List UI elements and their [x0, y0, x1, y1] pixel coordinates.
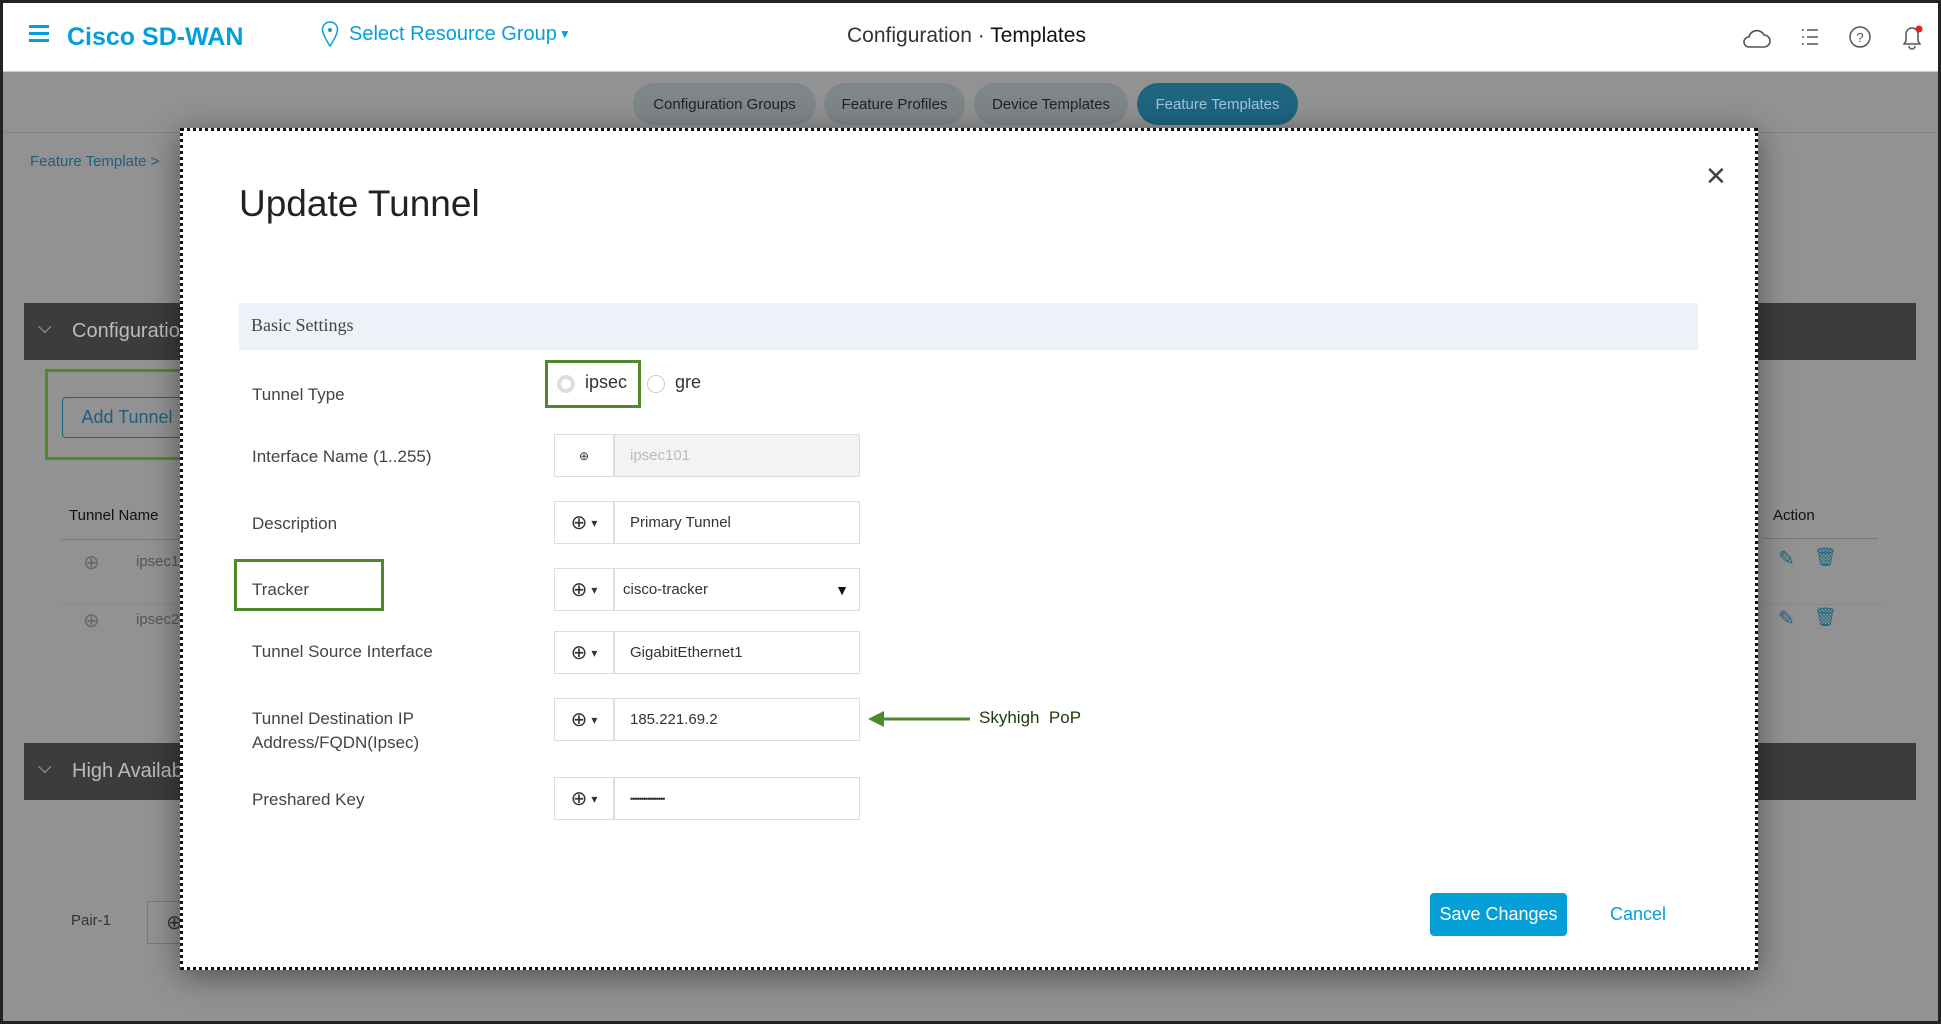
destination-label-line1: Tunnel Destination IP	[252, 709, 414, 728]
location-pin-icon	[321, 21, 339, 47]
tab-configuration-groups[interactable]: Configuration Groups	[633, 83, 816, 125]
arrow-left-icon	[868, 711, 970, 727]
scope-dropdown[interactable]: ⊕ ▾	[554, 777, 614, 820]
cancel-button[interactable]: Cancel	[1610, 904, 1666, 925]
caret-down-icon: ▼	[835, 582, 849, 598]
radio-gre-label[interactable]: gre	[675, 372, 701, 393]
app-window: Cisco SD-WAN Select Resource Group ▼ Conf…	[0, 0, 1941, 1024]
globe-icon: ⊕	[570, 788, 588, 810]
globe-icon: ⊕	[554, 434, 614, 477]
save-changes-button[interactable]: Save Changes	[1430, 893, 1567, 936]
chevron-down-icon: ⌵	[38, 317, 52, 337]
radio-ipsec[interactable]	[557, 375, 575, 393]
interface-name-label: Interface Name (1..255)	[252, 447, 432, 466]
globe-icon: ⊕	[83, 610, 100, 632]
scope-dropdown[interactable]: ⊕ ▾	[554, 698, 614, 741]
preshared-key-input[interactable]: ••••••••••••••••	[614, 777, 860, 820]
pair-label: Pair-1	[71, 912, 112, 929]
modal-title: Update Tunnel	[239, 183, 480, 224]
cloud-icon[interactable]	[1741, 25, 1771, 49]
tunnel-type-label: Tunnel Type	[252, 385, 345, 404]
destination-input[interactable]: 185.221.69.2	[614, 698, 860, 741]
tab-device-templates[interactable]: Device Templates	[974, 83, 1128, 125]
table-row-name: ipsec1	[136, 553, 180, 570]
description-label: Description	[252, 514, 338, 533]
caret-down-icon: ▼	[558, 27, 571, 41]
scope-dropdown[interactable]: ⊕ ▾	[554, 631, 614, 674]
source-interface-label: Tunnel Source Interface	[252, 642, 433, 661]
radio-gre[interactable]	[647, 375, 665, 393]
globe-icon: ⊕	[570, 709, 588, 731]
resource-group-selector[interactable]: Select Resource Group ▼	[321, 21, 571, 47]
interface-name-input: ipsec101	[614, 434, 860, 477]
globe-icon: ⊕	[83, 552, 100, 574]
top-header: Cisco SD-WAN Select Resource Group ▼ Conf…	[3, 3, 1938, 72]
chevron-down-icon: ⌵	[38, 757, 52, 777]
destination-label-line2: Address/FQDN(Ipsec)	[252, 733, 420, 752]
close-icon[interactable]: ✕	[1705, 161, 1727, 192]
list-icon[interactable]	[1800, 27, 1820, 47]
radio-ipsec-label[interactable]: ipsec	[585, 372, 627, 393]
add-tunnel-button[interactable]: Add Tunnel	[62, 397, 192, 438]
tracker-label: Tracker	[252, 580, 309, 599]
trash-icon[interactable]: 🗑	[1814, 547, 1837, 568]
globe-icon: ⊕	[570, 512, 588, 534]
tracker-select[interactable]: cisco-tracker ▼	[614, 568, 860, 611]
menu-icon[interactable]	[29, 25, 49, 42]
globe-icon: ⊕	[570, 579, 588, 601]
edit-icon[interactable]: ✎	[1778, 546, 1795, 571]
tab-feature-profiles[interactable]: Feature Profiles	[824, 83, 965, 125]
globe-icon: ⊕	[570, 642, 588, 664]
table-header-action: Action	[1773, 507, 1815, 524]
table-row-name: ipsec2	[136, 611, 180, 628]
help-icon[interactable]: ?	[1848, 25, 1872, 49]
preshared-key-label: Preshared Key	[252, 790, 365, 809]
description-input[interactable]: Primary Tunnel	[614, 501, 860, 544]
basic-settings-header: Basic Settings	[239, 303, 1698, 350]
breadcrumb[interactable]: Feature Template >	[30, 153, 159, 170]
skyhigh-pop-annotation: Skyhigh PoP	[979, 708, 1082, 727]
source-interface-input[interactable]: GigabitEthernet1	[614, 631, 860, 674]
tab-feature-templates[interactable]: Feature Templates	[1137, 83, 1298, 125]
table-header-tunnel-name: Tunnel Name	[69, 507, 159, 524]
scope-dropdown[interactable]: ⊕ ▾	[554, 568, 614, 611]
svg-text:?: ?	[1856, 30, 1863, 45]
brand-logo[interactable]: Cisco SD-WAN	[67, 23, 243, 52]
scope-dropdown[interactable]: ⊕ ▾	[554, 501, 614, 544]
notification-bell-icon[interactable]	[1899, 23, 1925, 51]
page-title: Configuration · Templates	[847, 24, 1086, 47]
update-tunnel-modal: Update Tunnel ✕ Basic Settings Tunnel Ty…	[180, 128, 1758, 970]
edit-icon[interactable]: ✎	[1778, 606, 1795, 631]
trash-icon[interactable]: 🗑	[1814, 607, 1837, 628]
resource-group-label: Select Resource Group	[349, 22, 557, 45]
